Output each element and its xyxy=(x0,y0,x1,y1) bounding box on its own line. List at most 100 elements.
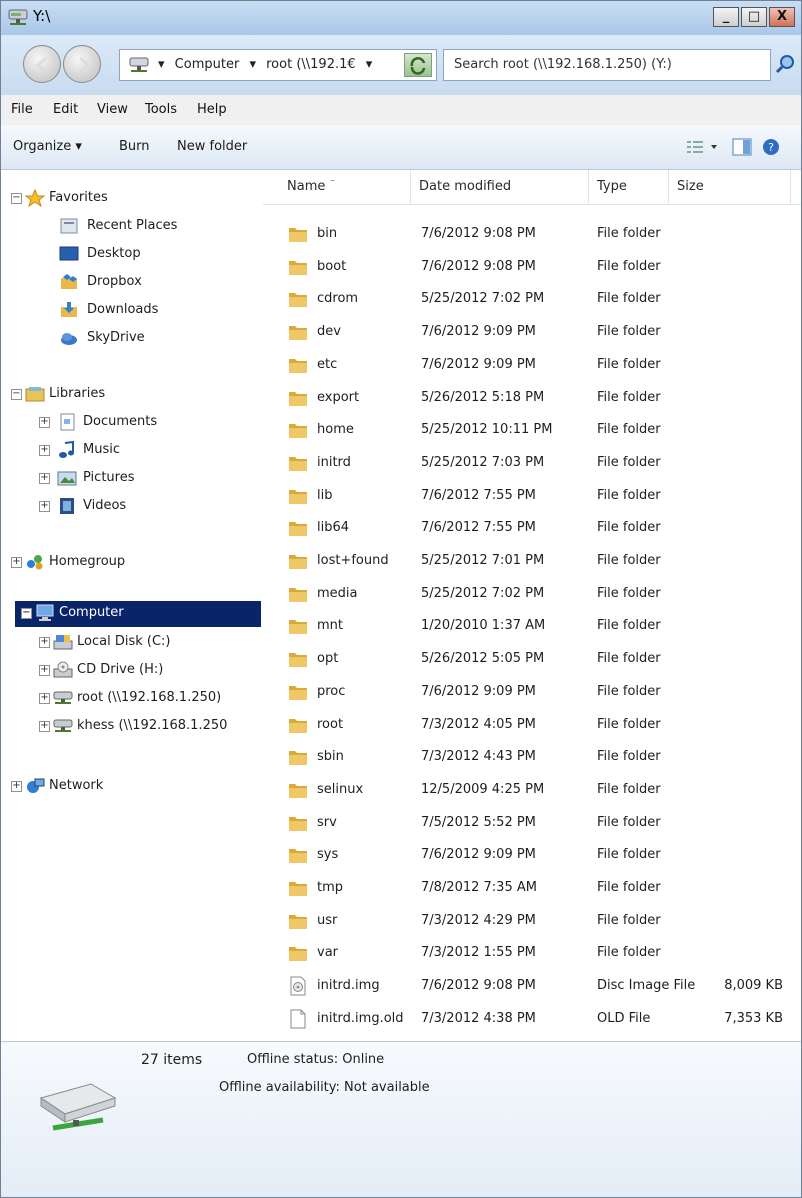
file-row[interactable]: export 5/26/2012 5:18 PM File folder xyxy=(263,382,801,414)
nav-network-label: Network xyxy=(49,778,104,793)
file-name: root xyxy=(317,716,344,732)
back-button[interactable] xyxy=(23,45,61,83)
network-drive-icon xyxy=(39,1083,117,1131)
title-bar[interactable]: Y:\ _ □ X xyxy=(1,1,801,35)
address-dropdown-icon[interactable]: ▾ xyxy=(366,57,373,72)
expand-icon[interactable]: + xyxy=(39,473,50,484)
close-button[interactable]: X xyxy=(769,7,795,27)
expand-icon[interactable]: + xyxy=(39,445,50,456)
file-row[interactable]: root 7/3/2012 4:05 PM File folder xyxy=(263,709,801,741)
file-row[interactable]: sys 7/6/2012 9:09 PM File folder xyxy=(263,839,801,871)
file-row[interactable]: dev 7/6/2012 9:09 PM File folder xyxy=(263,316,801,348)
collapse-icon[interactable]: − xyxy=(11,193,22,204)
menu-file[interactable]: File xyxy=(11,102,33,117)
minimize-button[interactable]: _ xyxy=(713,7,739,27)
nav-item-label: root (\\192.168.1.250) xyxy=(77,690,222,705)
breadcrumb-computer[interactable]: Computer xyxy=(175,57,240,72)
menu-edit[interactable]: Edit xyxy=(53,102,78,117)
forward-button[interactable] xyxy=(63,45,101,83)
column-header-name[interactable]: Name ˉ xyxy=(277,170,411,204)
breadcrumb-root[interactable]: root (\\192.1€ xyxy=(266,57,356,72)
expand-icon[interactable]: + xyxy=(39,417,50,428)
help-icon[interactable]: ? xyxy=(759,137,783,157)
file-row[interactable]: lost+found 5/25/2012 7:01 PM File folder xyxy=(263,545,801,577)
expand-icon[interactable]: + xyxy=(39,637,50,648)
file-name: selinux xyxy=(317,781,364,797)
chevron-down-icon[interactable]: ▾ xyxy=(158,57,165,72)
menu-view[interactable]: View xyxy=(97,102,128,117)
file-date-modified: 5/25/2012 7:01 PM xyxy=(421,553,545,568)
burn-button[interactable]: Burn xyxy=(119,139,150,154)
file-row[interactable]: initrd 5/25/2012 7:03 PM File folder xyxy=(263,447,801,479)
chevron-down-icon[interactable]: ▾ xyxy=(249,57,256,72)
pictures-icon xyxy=(57,471,77,486)
file-type: File folder xyxy=(597,847,661,863)
file-row[interactable]: mnt 1/20/2010 1:37 AM File folder xyxy=(263,610,801,642)
expand-icon[interactable]: + xyxy=(39,693,50,704)
view-options-icon[interactable] xyxy=(685,137,725,157)
file-name: export xyxy=(317,389,360,405)
file-type: File folder xyxy=(597,520,661,536)
file-row[interactable]: var 7/3/2012 1:55 PM File folder xyxy=(263,937,801,969)
organize-label: Organize xyxy=(13,139,72,154)
file-row[interactable]: initrd.img.old 7/3/2012 4:38 PM OLD File 7,… xyxy=(263,1003,801,1035)
file-row[interactable]: proc 7/6/2012 9:09 PM File folder xyxy=(263,676,801,708)
folder-icon xyxy=(287,257,309,277)
file-name: etc xyxy=(317,356,338,372)
file-name: home xyxy=(317,422,354,438)
network-drive-icon xyxy=(53,719,73,732)
nav-homegroup-label: Homegroup xyxy=(49,554,126,569)
file-row[interactable]: etc 7/6/2012 9:09 PM File folder xyxy=(263,349,801,381)
file-type: File folder xyxy=(597,258,661,274)
file-date-modified: 7/3/2012 1:55 PM xyxy=(421,945,536,961)
column-name-label: Name xyxy=(287,179,326,194)
file-row[interactable]: srv 7/5/2012 5:52 PM File folder xyxy=(263,807,801,839)
file-row[interactable]: home 5/25/2012 10:11 PM File folder xyxy=(263,414,801,446)
file-row[interactable]: media 5/25/2012 7:02 PM File folder xyxy=(263,578,801,610)
preview-pane-icon[interactable] xyxy=(729,137,755,157)
nav-computer-label: Computer xyxy=(59,605,124,620)
nav-item-label: khess (\\192.168.1.250 xyxy=(77,718,228,733)
file-type: File folder xyxy=(597,880,661,895)
new-folder-button[interactable]: New folder xyxy=(177,139,247,154)
search-input[interactable]: Search root (\\192.168.1.250) (Y:) xyxy=(443,49,771,81)
expand-icon[interactable]: + xyxy=(39,501,50,512)
expand-icon[interactable]: + xyxy=(39,665,50,676)
file-date-modified: 7/8/2012 7:35 AM xyxy=(421,880,537,895)
file-date-modified: 7/6/2012 7:55 PM xyxy=(421,487,536,503)
menu-help[interactable]: Help xyxy=(197,102,227,117)
nav-item-label: Documents xyxy=(83,414,158,429)
column-header-size[interactable]: Size xyxy=(669,170,791,204)
folder-icon xyxy=(287,486,309,506)
file-row[interactable]: initrd.img 7/6/2012 9:08 PM Disc Image Fil… xyxy=(263,970,801,1002)
network-drive-icon xyxy=(8,9,28,25)
libraries-icon xyxy=(25,387,45,402)
file-row[interactable]: opt 5/26/2012 5:05 PM File folder xyxy=(263,643,801,675)
expand-icon[interactable]: + xyxy=(11,781,22,792)
file-name: initrd.img xyxy=(317,978,380,994)
organize-button[interactable]: Organize ▾ xyxy=(13,139,82,154)
file-row[interactable]: tmp 7/8/2012 7:35 AM File folder xyxy=(263,872,801,904)
collapse-icon[interactable]: − xyxy=(11,389,22,400)
file-row[interactable]: usr 7/3/2012 4:29 PM File folder xyxy=(263,905,801,937)
menu-tools[interactable]: Tools xyxy=(145,102,177,117)
expand-icon[interactable]: + xyxy=(39,721,50,732)
file-row[interactable]: boot 7/6/2012 9:08 PM File folder xyxy=(263,251,801,283)
collapse-icon[interactable]: − xyxy=(21,608,32,619)
file-date-modified: 7/6/2012 9:09 PM xyxy=(421,356,536,372)
maximize-button[interactable]: □ xyxy=(741,7,767,27)
column-header-date[interactable]: Date modified xyxy=(411,170,589,204)
file-row[interactable]: selinux 12/5/2009 4:25 PM File folder xyxy=(263,774,801,806)
file-row[interactable]: sbin 7/3/2012 4:43 PM File folder xyxy=(263,741,801,773)
address-bar[interactable]: ▾ Computer ▾ root (\\192.1€ ▾ xyxy=(119,49,437,81)
file-row[interactable]: cdrom 5/25/2012 7:02 PM File folder xyxy=(263,283,801,315)
column-header-type[interactable]: Type xyxy=(589,170,669,204)
file-row[interactable]: lib 7/6/2012 7:55 PM File folder xyxy=(263,480,801,512)
file-row[interactable]: lib64 7/6/2012 7:55 PM File folder xyxy=(263,512,801,544)
network-drive-icon xyxy=(129,57,149,72)
search-button[interactable] xyxy=(773,49,799,81)
expand-icon[interactable]: + xyxy=(11,557,22,568)
file-type: File folder xyxy=(597,454,661,470)
refresh-button[interactable] xyxy=(404,53,432,77)
file-row[interactable]: bin 7/6/2012 9:08 PM File folder xyxy=(263,218,801,250)
